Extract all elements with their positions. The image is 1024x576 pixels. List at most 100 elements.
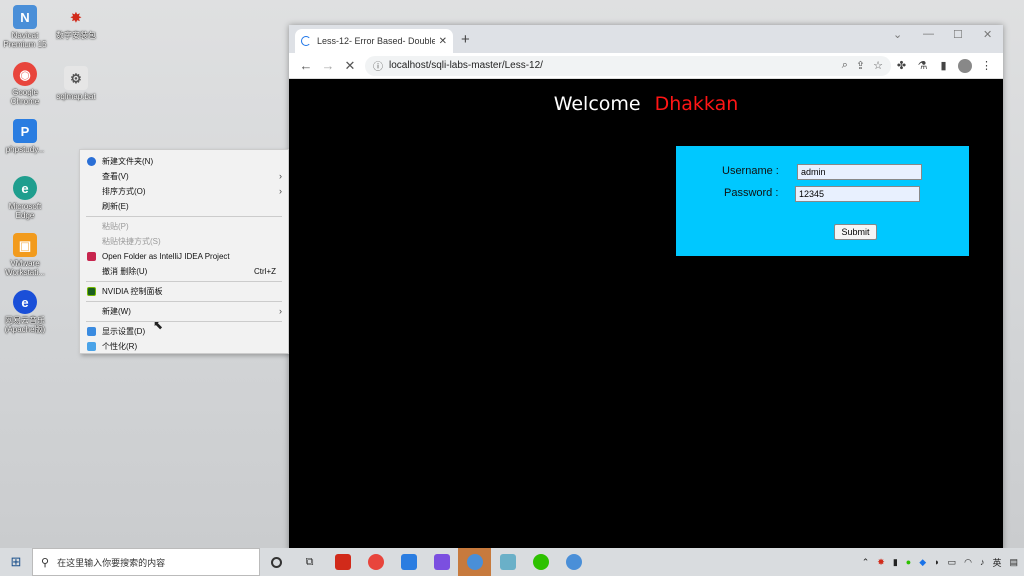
zoom-icon[interactable]: ⌕ bbox=[842, 59, 848, 72]
notification-center-icon[interactable]: ▤ bbox=[1009, 557, 1018, 568]
desktop-icon-navicat[interactable]: N Navicat Premium 15 bbox=[0, 5, 50, 49]
tray-notification-icon[interactable]: ▮ bbox=[893, 557, 898, 568]
desktop-icon-vmware[interactable]: ▣ VMware Workstati... bbox=[0, 233, 50, 277]
profile-avatar[interactable] bbox=[958, 58, 972, 73]
taskbar-app-wechat[interactable] bbox=[524, 548, 557, 576]
username-label: Username : bbox=[722, 165, 779, 177]
desktop-icon-label: 网易云音乐 (Apache版) bbox=[4, 316, 46, 334]
chrome-icon: ◉ bbox=[13, 62, 37, 86]
url-omnibox[interactable]: ⓘ localhost/sqli-labs-master/Less-12/ ⌕ … bbox=[365, 55, 891, 76]
desktop-icon-installer[interactable]: ✸ 数字安装包 bbox=[51, 5, 101, 41]
chrome-icon bbox=[565, 554, 582, 570]
side-panel-icon[interactable]: ▮ bbox=[933, 59, 954, 72]
menu-item-view[interactable]: 查看(V) › bbox=[80, 169, 288, 184]
menu-item-label: 撤消 删除(U) bbox=[102, 267, 148, 276]
desktop-icon-ie[interactable]: e 网易云音乐 (Apache版) bbox=[0, 290, 50, 334]
menu-item-open-intellij[interactable]: Open Folder as IntelliJ IDEA Project bbox=[80, 249, 288, 264]
desktop-icon-sqlmap[interactable]: ⚙ sqlmap.bat bbox=[51, 66, 101, 101]
maximize-icon[interactable]: ☐ bbox=[953, 28, 963, 41]
taskbar-app-notepad[interactable] bbox=[491, 548, 524, 576]
taskbar-search[interactable]: ⚲ 在这里输入你要搜索的内容 bbox=[32, 548, 260, 576]
minimize-icon[interactable]: — bbox=[923, 28, 934, 40]
menu-item-new[interactable]: 新建(W) › bbox=[80, 304, 288, 319]
desktop-icon-chrome[interactable]: ◉ Google Chrome bbox=[0, 62, 50, 106]
taskbar: ⊞ ⚲ 在这里输入你要搜索的内容 ⧉ ⌃ ✸ ▮ ● ◆ ◗ ▭ ◠ ♪ 英 ▤ bbox=[0, 548, 1024, 576]
taskbar-app-chrome[interactable] bbox=[359, 548, 392, 576]
taskbar-app-chrome-2[interactable] bbox=[557, 548, 590, 576]
extensions-icon[interactable]: ✤ bbox=[891, 59, 912, 72]
maple-leaf-icon bbox=[334, 554, 351, 570]
close-window-icon[interactable]: ✕ bbox=[983, 28, 992, 41]
address-bar: ← → ✕ ⓘ localhost/sqli-labs-master/Less-… bbox=[289, 53, 1003, 79]
menu-kebab-icon[interactable]: ⋮ bbox=[976, 59, 997, 72]
chrome-icon bbox=[367, 554, 384, 570]
intellij-icon bbox=[87, 252, 96, 261]
tab-less-12[interactable]: Less-12- Error Based- Double ✕ bbox=[295, 29, 453, 53]
phpstudy-icon: P bbox=[13, 119, 37, 143]
menu-item-label: 新建(W) bbox=[102, 307, 131, 316]
login-form: Username : Password : Submit bbox=[676, 146, 969, 256]
menu-item-label: NVIDIA 控制面板 bbox=[102, 287, 163, 296]
tray-chevron-icon[interactable]: ⌃ bbox=[862, 557, 870, 568]
tab-close-icon[interactable]: ✕ bbox=[439, 36, 447, 47]
tray-app-icon[interactable]: ✸ bbox=[877, 557, 885, 568]
password-input[interactable] bbox=[795, 186, 920, 202]
tray-battery-icon[interactable]: ▭ bbox=[948, 557, 957, 568]
notepad-icon bbox=[499, 554, 516, 570]
system-tray: ⌃ ✸ ▮ ● ◆ ◗ ▭ ◠ ♪ 英 ▤ bbox=[854, 548, 1018, 576]
desktop-icon-label: 数字安装包 bbox=[56, 31, 96, 40]
browser-icon bbox=[466, 554, 483, 570]
tray-shield-icon[interactable]: ◆ bbox=[919, 557, 926, 568]
start-windows-icon[interactable]: ⊞ bbox=[0, 554, 32, 570]
navicat-icon: N bbox=[13, 5, 37, 29]
forward-button[interactable]: → bbox=[317, 58, 339, 73]
devtools-icon[interactable]: ⚗ bbox=[912, 59, 933, 72]
taskbar-app-phpstorm[interactable] bbox=[425, 548, 458, 576]
new-tab-button[interactable]: + bbox=[461, 31, 470, 48]
mouse-cursor-icon: ⬉ bbox=[153, 318, 164, 332]
menu-item-display-settings[interactable]: 显示设置(D) bbox=[80, 324, 288, 339]
menu-item-nvidia[interactable]: NVIDIA 控制面板 bbox=[80, 284, 288, 299]
submit-button[interactable]: Submit bbox=[834, 224, 877, 240]
stop-loading-button[interactable]: ✕ bbox=[339, 58, 361, 74]
menu-item-paste-shortcut: 粘贴快捷方式(S) bbox=[80, 234, 288, 249]
tray-wechat-icon[interactable]: ● bbox=[906, 557, 911, 567]
menu-item-undo-delete[interactable]: 撤消 删除(U) Ctrl+Z bbox=[80, 264, 288, 279]
menu-item-refresh[interactable]: 刷新(E) bbox=[80, 199, 288, 214]
url-text[interactable]: localhost/sqli-labs-master/Less-12/ bbox=[389, 60, 834, 71]
desktop-context-menu: 新建文件夹(N) 查看(V) › 排序方式(O) › 刷新(E) 粘贴(P) 粘… bbox=[79, 149, 289, 354]
search-icon: ⚲ bbox=[41, 556, 50, 569]
submenu-arrow-icon: › bbox=[279, 171, 282, 181]
menu-item-sort-by[interactable]: 排序方式(O) › bbox=[80, 184, 288, 199]
menu-item-label: 新建文件夹(N) bbox=[102, 157, 154, 166]
menu-item-new-folder[interactable]: 新建文件夹(N) bbox=[80, 154, 288, 169]
task-view-icon: ⧉ bbox=[305, 555, 314, 568]
menu-item-personalize[interactable]: 个性化(R) bbox=[80, 339, 288, 354]
back-button[interactable]: ← bbox=[295, 58, 317, 73]
password-label: Password : bbox=[724, 187, 779, 199]
username-input[interactable] bbox=[797, 164, 922, 180]
cortana-button[interactable] bbox=[260, 548, 293, 576]
new-folder-icon bbox=[87, 157, 96, 166]
taskbar-app-phpstudy[interactable] bbox=[392, 548, 425, 576]
share-icon[interactable]: ⇪ bbox=[856, 59, 865, 72]
bookmark-star-icon[interactable]: ☆ bbox=[873, 59, 883, 72]
task-view-button[interactable]: ⧉ bbox=[293, 548, 326, 576]
loading-spinner-icon bbox=[301, 36, 311, 46]
desktop-icon-label: Navicat Premium 15 bbox=[3, 31, 47, 49]
menu-item-label: 刷新(E) bbox=[102, 202, 129, 211]
page-content: Welcome Dhakkan Username : Password : Sub… bbox=[289, 79, 1003, 552]
menu-item-label: 查看(V) bbox=[102, 172, 129, 181]
desktop-icon-phpstudy[interactable]: P phpstudy... bbox=[0, 119, 50, 154]
desktop-icon-label: Microsoft Edge bbox=[8, 202, 42, 220]
tray-chat-icon[interactable]: ◗ bbox=[934, 557, 939, 567]
tab-search-icon[interactable]: ⌄ bbox=[893, 28, 902, 41]
taskbar-app-browser-active[interactable] bbox=[458, 548, 491, 576]
tray-ime-indicator[interactable]: 英 bbox=[992, 556, 1001, 569]
site-info-icon[interactable]: ⓘ bbox=[373, 58, 383, 73]
desktop-icon-edge[interactable]: e Microsoft Edge bbox=[0, 176, 50, 220]
taskbar-app-red[interactable] bbox=[326, 548, 359, 576]
tray-volume-icon[interactable]: ♪ bbox=[980, 557, 985, 567]
submenu-arrow-icon: › bbox=[279, 186, 282, 196]
tray-wifi-icon[interactable]: ◠ bbox=[964, 557, 972, 568]
